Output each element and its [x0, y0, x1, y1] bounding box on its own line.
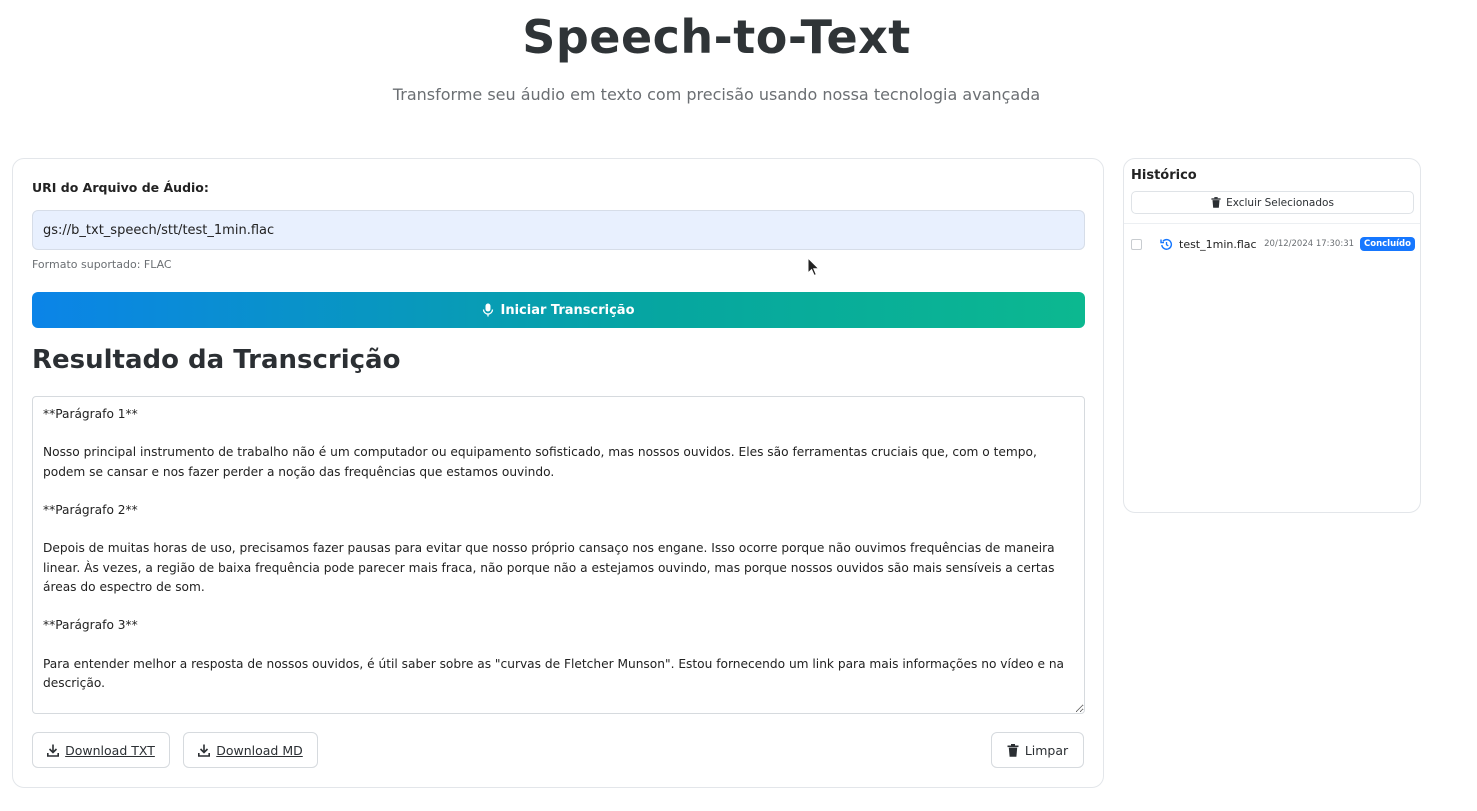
- history-item-checkbox[interactable]: [1131, 238, 1142, 250]
- download-md-label: Download MD: [216, 742, 303, 758]
- status-badge: Concluído: [1360, 237, 1415, 251]
- download-icon: [47, 744, 60, 757]
- microphone-icon: [482, 303, 494, 317]
- history-item[interactable]: test_1min.flac 20/12/2024 17:30:31 Concl…: [1131, 234, 1415, 254]
- history-restore-icon: [1160, 238, 1173, 251]
- start-transcription-label: Iniciar Transcrição: [500, 302, 635, 318]
- start-transcription-button[interactable]: Iniciar Transcrição: [32, 292, 1085, 328]
- history-title: Histórico: [1131, 168, 1197, 183]
- download-txt-label: Download TXT: [65, 742, 155, 758]
- format-hint: Formato suportado: FLAC: [32, 258, 172, 271]
- history-item-filename: test_1min.flac: [1179, 237, 1257, 251]
- transcription-card: URI do Arquivo de Áudio: Formato suporta…: [12, 158, 1104, 788]
- delete-selected-button[interactable]: Excluir Selecionados: [1131, 191, 1414, 214]
- history-panel: Histórico Excluir Selecionados test_1min…: [1123, 158, 1421, 513]
- page-subtitle: Transforme seu áudio em texto com precis…: [392, 85, 1041, 104]
- download-txt-button[interactable]: Download TXT: [32, 732, 170, 768]
- trash-icon: [1007, 743, 1019, 757]
- history-divider: [1124, 223, 1420, 224]
- transcription-textarea[interactable]: **Parágrafo 1** Nosso principal instrume…: [32, 396, 1085, 714]
- uri-label: URI do Arquivo de Áudio:: [32, 180, 209, 195]
- clear-button[interactable]: Limpar: [991, 732, 1084, 768]
- delete-selected-label: Excluir Selecionados: [1226, 196, 1334, 209]
- download-icon: [198, 744, 211, 757]
- trash-icon: [1211, 197, 1221, 208]
- result-title: Resultado da Transcrição: [32, 345, 401, 375]
- uri-input[interactable]: [32, 210, 1085, 250]
- history-item-date: 20/12/2024 17:30:31: [1264, 239, 1355, 249]
- clear-label: Limpar: [1024, 742, 1069, 758]
- mouse-cursor-icon: [807, 257, 821, 277]
- download-md-button[interactable]: Download MD: [183, 732, 318, 768]
- page-title: Speech-to-Text: [522, 10, 911, 64]
